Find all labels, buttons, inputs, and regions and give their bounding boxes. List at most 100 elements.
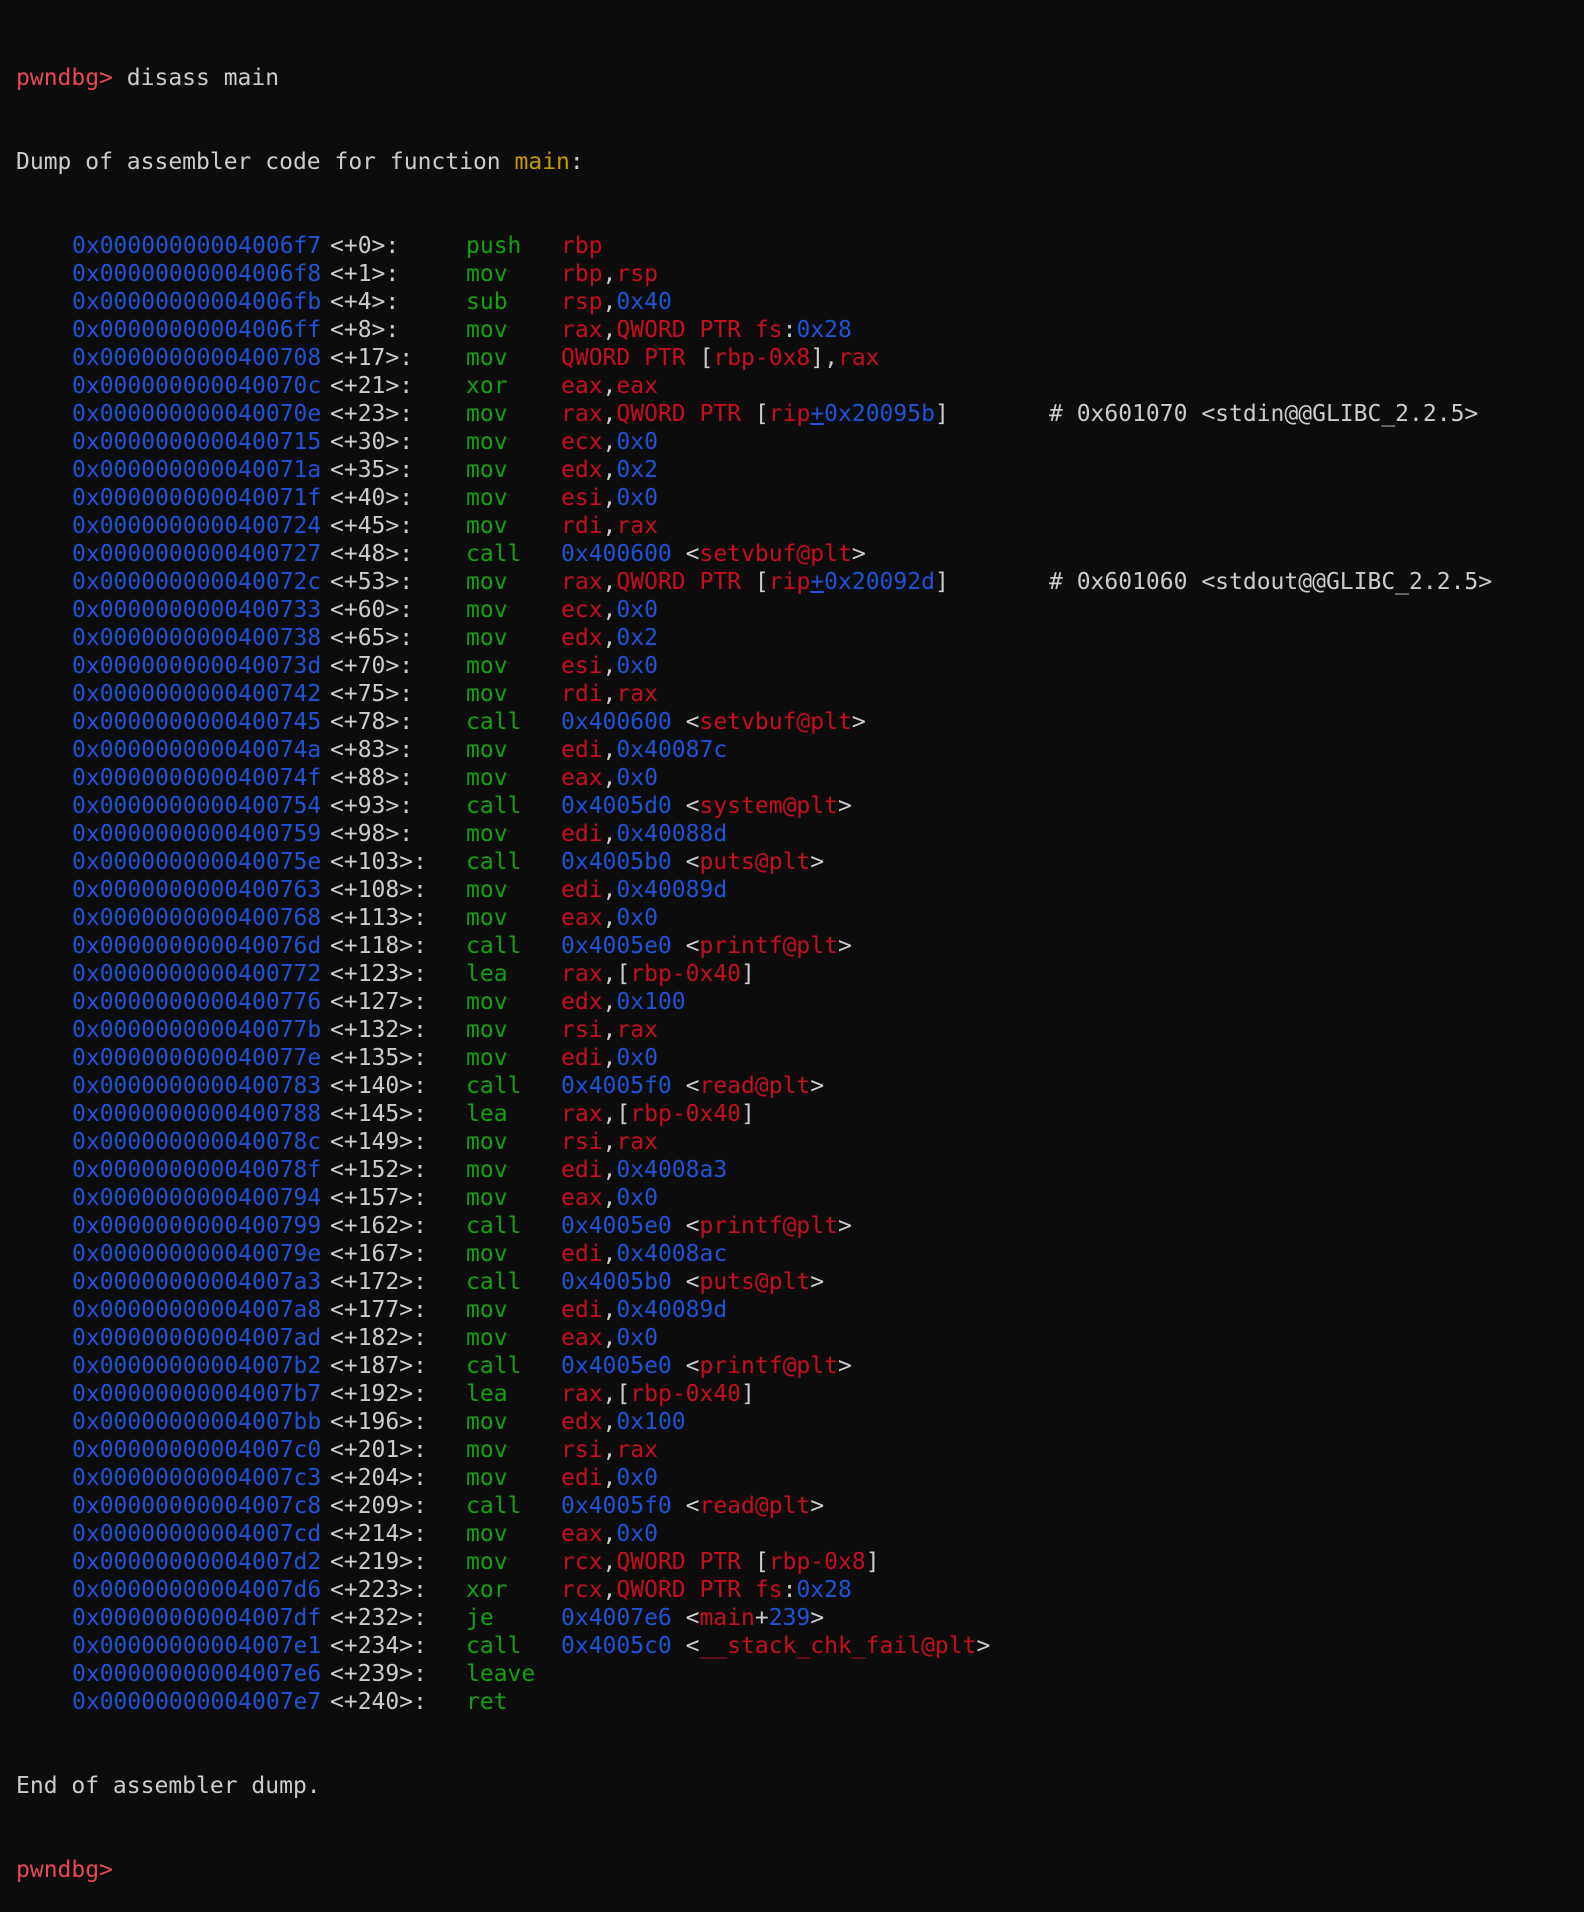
instruction-address: 0x0000000000400754 <box>72 793 322 819</box>
instruction-offset: <+93>: <box>330 793 414 819</box>
instruction-operands: 0x4005c0 <__stack_chk_fail@plt> <box>561 1632 990 1660</box>
instruction-operands: edi,0x40088d <box>561 820 727 848</box>
operand-token: rip <box>768 569 811 595</box>
operand-token: rax <box>561 401 603 427</box>
dump-header-suffix: : <box>569 149 584 175</box>
instruction-mnemonic: xor <box>466 1577 508 1603</box>
instruction-mnemonic: je <box>466 1605 494 1631</box>
instruction-row: 0x0000000000400794 <+157>: mov eax,0x0 <box>16 1184 1584 1212</box>
operand-token: rsp <box>616 261 658 287</box>
instruction-operands: 0x4005e0 <printf@plt> <box>561 1352 852 1380</box>
operand-token: fs <box>754 1577 783 1603</box>
instruction-operands: edi,0x0 <box>561 1464 658 1492</box>
instruction-operands: edi,0x40089d <box>561 876 727 904</box>
instruction-address: 0x000000000040071f <box>72 485 322 511</box>
operand-token: [ <box>699 345 714 371</box>
operand-token: , <box>602 905 617 931</box>
instruction-operands: ecx,0x0 <box>561 596 658 624</box>
operand-token: > <box>810 1269 825 1295</box>
terminal-window[interactable]: pwndbg> disass main Dump of assembler co… <box>0 0 1584 1883</box>
instruction-row: 0x000000000040075e <+103>: call 0x4005b0 <p… <box>16 848 1584 876</box>
instruction-mnemonic: mov <box>466 1241 508 1267</box>
instruction-offset: <+40>: <box>330 485 414 511</box>
operand-token: rax <box>837 345 880 371</box>
instruction-mnemonic: mov <box>466 1325 508 1351</box>
operand-token: > <box>837 793 852 819</box>
instruction-address: 0x000000000040070e <box>72 401 322 427</box>
instruction-mnemonic: ret <box>466 1689 508 1715</box>
operand-token: 0x4005e0 <box>561 1353 672 1379</box>
operand-token: 0x40089d <box>616 1297 728 1323</box>
operand-token: < <box>671 1073 700 1099</box>
instruction-row: 0x00000000004007d2 <+219>: mov rcx,QWORD PT… <box>16 1548 1584 1576</box>
operand-token: rcx <box>561 1549 603 1575</box>
instruction-address: 0x0000000000400772 <box>72 961 322 987</box>
instruction-row: 0x0000000000400708 <+17>: mov QWORD PTR [rb… <box>16 344 1584 372</box>
instruction-mnemonic: call <box>466 933 522 959</box>
operand-token: read@plt <box>699 1073 811 1099</box>
instruction-operands: 0x400600 <setvbuf@plt> <box>561 708 866 736</box>
instruction-offset: <+123>: <box>330 961 427 987</box>
operand-token: , <box>602 1549 617 1575</box>
instruction-row: 0x00000000004007e1 <+234>: call 0x4005c0 <_… <box>16 1632 1584 1660</box>
operand-token: ,[ <box>602 961 631 987</box>
instruction-offset: <+232>: <box>330 1605 427 1631</box>
instruction-mnemonic: mov <box>466 765 508 791</box>
operand-token: puts@plt <box>699 1269 811 1295</box>
operand-token: ], <box>810 345 838 371</box>
operand-token: eax <box>561 373 603 399</box>
operand-token: rbp <box>561 261 603 287</box>
instruction-operands: edi,0x4008a3 <box>561 1156 727 1184</box>
final-prompt-line[interactable]: pwndbg> <box>16 1856 1584 1884</box>
instruction-mnemonic: mov <box>466 1129 508 1155</box>
instruction-row: 0x000000000040073d <+70>: mov esi,0x0 <box>16 652 1584 680</box>
instruction-offset: <+187>: <box>330 1353 427 1379</box>
instruction-offset: <+132>: <box>330 1017 427 1043</box>
operand-token: rax <box>561 569 603 595</box>
operand-token: read@plt <box>699 1493 811 1519</box>
operand-token: , <box>602 989 617 1015</box>
operand-token: 0x0 <box>616 765 658 791</box>
operand-token: [ <box>754 401 769 427</box>
instruction-offset: <+0>: <box>330 233 400 259</box>
instruction-comment: # 0x601070 <stdin@@GLIBC_2.2.5> <box>1049 401 1479 427</box>
operand-token: 0x0 <box>616 1045 658 1071</box>
instruction-address: 0x00000000004007b7 <box>72 1381 322 1407</box>
instruction-offset: <+88>: <box>330 765 414 791</box>
instruction-row: 0x00000000004006f8 <+1>: mov rbp,rsp <box>16 260 1584 288</box>
instruction-row: 0x00000000004006fb <+4>: sub rsp,0x40 <box>16 288 1584 316</box>
instruction-address: 0x0000000000400715 <box>72 429 322 455</box>
operand-token: , <box>602 1465 617 1491</box>
instruction-operands: rsi,rax <box>561 1436 658 1464</box>
instruction-operands: QWORD PTR [rbp-0x8],rax <box>561 344 880 372</box>
instruction-offset: <+113>: <box>330 905 427 931</box>
operand-token: rax <box>561 317 603 343</box>
instruction-row: 0x0000000000400772 <+123>: lea rax,[rbp-0x4… <box>16 960 1584 988</box>
instruction-mnemonic: mov <box>466 317 508 343</box>
operand-token: , <box>602 737 617 763</box>
instruction-mnemonic: mov <box>466 877 508 903</box>
operand-token: < <box>671 1269 700 1295</box>
instruction-mnemonic: mov <box>466 597 508 623</box>
instruction-operands: 0x4005d0 <system@plt> <box>561 792 852 820</box>
operand-token: 0x4005b0 <box>561 849 672 875</box>
instruction-operands: rsi,rax <box>561 1128 658 1156</box>
instruction-address: 0x000000000040074f <box>72 765 322 791</box>
instruction-mnemonic: call <box>466 541 522 567</box>
instruction-operands: rsp,0x40 <box>561 288 672 316</box>
instruction-mnemonic: call <box>466 1353 522 1379</box>
operand-token: , <box>602 1157 617 1183</box>
instruction-row: 0x000000000040072c <+53>: mov rax,QWORD PTR… <box>16 568 1584 596</box>
operand-token: < <box>671 1493 700 1519</box>
instruction-address: 0x0000000000400768 <box>72 905 322 931</box>
operand-token: ] <box>865 1549 880 1575</box>
instruction-mnemonic: mov <box>466 1045 508 1071</box>
instruction-mnemonic: call <box>466 793 522 819</box>
instruction-address: 0x00000000004007ad <box>72 1325 322 1351</box>
operand-token: , <box>602 317 617 343</box>
operand-token: rsi <box>561 1017 603 1043</box>
instruction-address: 0x000000000040076d <box>72 933 322 959</box>
instruction-offset: <+182>: <box>330 1325 427 1351</box>
operand-token: + <box>810 401 825 427</box>
instruction-row: 0x00000000004007c0 <+201>: mov rsi,rax <box>16 1436 1584 1464</box>
